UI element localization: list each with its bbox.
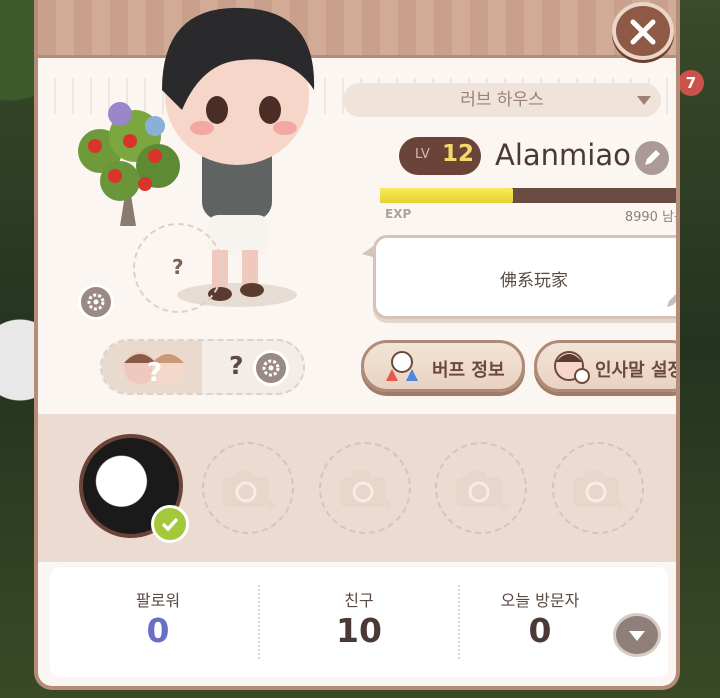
friends-label: 친구 bbox=[344, 591, 374, 610]
panel-header-bar bbox=[38, 0, 676, 58]
friends-count: 10 bbox=[336, 611, 382, 650]
camera-plus-icon bbox=[223, 471, 276, 511]
photo-slot[interactable] bbox=[319, 442, 411, 534]
photo-slot[interactable] bbox=[435, 442, 527, 534]
level-value: 12 bbox=[442, 141, 475, 167]
buff-info-label: 버프 정보 bbox=[432, 360, 505, 381]
bubble-tail bbox=[362, 244, 376, 258]
level-label: LV bbox=[415, 147, 430, 162]
pet-settings-button[interactable] bbox=[78, 284, 114, 320]
followers-count: 0 bbox=[146, 611, 170, 650]
player-name: Alanmiao bbox=[495, 138, 631, 172]
stats-panel: 팔로워 0 친구 10 오늘 방문자 0 bbox=[50, 567, 668, 677]
camera-plus-icon bbox=[573, 471, 626, 511]
buff-info-button[interactable]: 버프 정보 bbox=[361, 340, 525, 392]
pet-slot[interactable]: ? bbox=[133, 223, 223, 313]
level-badge: LV 12 bbox=[399, 137, 481, 175]
couple-icon: ? bbox=[102, 341, 202, 393]
followers-label: 팔로워 bbox=[135, 591, 181, 610]
pencil-icon bbox=[667, 294, 676, 307]
exp-label: EXP bbox=[385, 207, 412, 221]
visitors-today-count: 0 bbox=[528, 611, 552, 650]
exp-remaining: 8990 남음 bbox=[624, 210, 680, 225]
profile-panel: ? ? ? 세 러브 하우스 LV 12 Alanmiao EXP 8990 남… bbox=[34, 0, 680, 690]
notification-badge: 7 bbox=[678, 70, 704, 96]
age-settings-button[interactable] bbox=[253, 350, 289, 386]
close-icon bbox=[630, 19, 656, 45]
buff-icon bbox=[386, 351, 418, 381]
visitors-expand-button[interactable] bbox=[613, 613, 661, 657]
pencil-icon bbox=[645, 150, 660, 165]
visitors-today-label: 오늘 방문자 bbox=[500, 591, 580, 610]
greeting-text: 佛系玩家 bbox=[500, 271, 568, 291]
chevron-down-icon bbox=[637, 96, 651, 105]
camera-plus-icon bbox=[340, 471, 393, 511]
edit-name-button[interactable] bbox=[635, 141, 669, 175]
pet-unknown: ? bbox=[172, 255, 184, 279]
exp-bar-fill bbox=[380, 188, 514, 203]
location-dropdown[interactable]: 러브 하우스 bbox=[343, 83, 661, 117]
location-label: 러브 하우스 bbox=[460, 90, 544, 110]
greeting-bubble[interactable]: 佛系玩家 bbox=[362, 235, 676, 319]
chevron-down-icon bbox=[629, 631, 645, 641]
photo-slot[interactable] bbox=[552, 442, 644, 534]
greeting-setting-label: 인사말 설정 bbox=[595, 360, 680, 381]
divider bbox=[258, 585, 260, 659]
gear-icon bbox=[262, 359, 280, 377]
camera-plus-icon bbox=[456, 471, 509, 511]
greeting-face-icon bbox=[554, 351, 590, 384]
exp-bar bbox=[380, 188, 676, 203]
check-icon bbox=[151, 505, 189, 543]
photo-slot[interactable] bbox=[202, 442, 294, 534]
age-value: ? bbox=[229, 351, 244, 380]
svg-text:?: ? bbox=[147, 358, 162, 388]
gear-icon bbox=[87, 293, 105, 311]
greeting-setting-button[interactable]: 인사말 설정 bbox=[534, 340, 680, 392]
close-button[interactable] bbox=[612, 2, 674, 60]
